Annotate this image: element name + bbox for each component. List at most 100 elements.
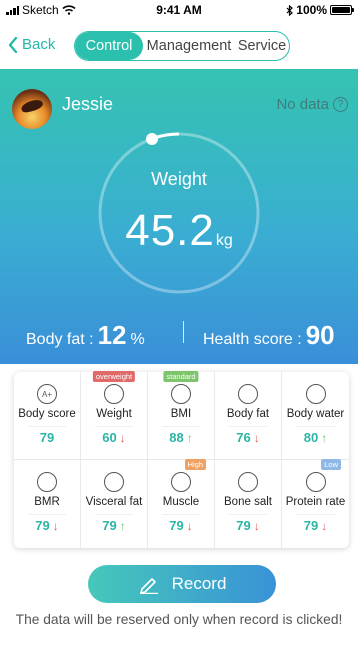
arrow-down-icon: ↓: [186, 519, 193, 533]
metric-bone-salt[interactable]: Bone salt 79 ↓: [215, 460, 282, 548]
arrow-down-icon: ↓: [253, 431, 260, 445]
metric-name: Weight: [96, 408, 132, 420]
metric-value-number: 79: [102, 518, 117, 533]
weight-panel: Jessie No data ? Weight 45.2kg Body fat …: [0, 69, 358, 364]
back-label: Back: [22, 36, 56, 53]
metric-badge: overweight: [92, 371, 136, 382]
body-fat-value: 12: [97, 320, 127, 350]
metric-value: 80 ↑: [282, 430, 349, 445]
water-icon: [305, 384, 326, 404]
metric-separator: [296, 514, 335, 515]
metric-name: BMI: [170, 408, 192, 420]
metric-name: Body water: [286, 408, 345, 420]
health-score-value: 90: [305, 320, 335, 350]
metric-separator: [296, 426, 335, 427]
metric-separator: [162, 426, 200, 427]
metric-body-score[interactable]: A+ Body score 79: [14, 372, 81, 460]
metric-value-number: 80: [303, 430, 319, 445]
metric-badge: Low: [321, 459, 341, 470]
body-fat-label: Body fat :: [26, 331, 94, 348]
no-data-label: No data: [276, 96, 329, 113]
metric-name: Muscle: [162, 496, 200, 508]
health-score-label: Health score :: [203, 331, 302, 348]
weight-value: 45.2kg: [0, 206, 358, 256]
bmi-icon: [171, 384, 191, 404]
metric-name: Body score: [18, 408, 76, 420]
back-button[interactable]: Back: [8, 36, 55, 53]
metric-separator: [28, 514, 66, 515]
arrow-down-icon: ↓: [52, 519, 59, 533]
metric-value-number: 76: [236, 430, 251, 445]
tab-management[interactable]: Management: [143, 32, 235, 60]
arrow-down-icon: ↓: [321, 519, 328, 533]
metric-bmi[interactable]: standard BMI 88 ↑: [148, 371, 215, 460]
protein-icon: [305, 472, 326, 492]
metric-name: Visceral fat: [85, 496, 143, 508]
score-icon: A+: [37, 384, 57, 404]
bone-icon: [238, 472, 258, 492]
status-right: 100%: [286, 3, 354, 17]
metric-value: 60 ↓: [81, 430, 147, 445]
weight-number: 45.2: [125, 206, 215, 255]
help-icon[interactable]: ?: [333, 97, 348, 112]
metric-body-fat[interactable]: Body fat 76 ↓: [215, 372, 282, 460]
record-button[interactable]: Record: [88, 565, 276, 603]
metric-visceral-fat[interactable]: Visceral fat 79 ↑: [81, 460, 148, 548]
arrow-down-icon: ↓: [253, 519, 260, 533]
status-left: Sketch: [6, 3, 76, 17]
fat-icon: [238, 384, 258, 404]
metric-value-number: 79: [236, 518, 251, 533]
health-score-summary: Health score : 90: [203, 320, 335, 351]
battery-percent: 100%: [296, 3, 327, 17]
metric-value-number: 79: [169, 518, 184, 533]
metric-value: 76 ↓: [215, 430, 281, 445]
summary-stats: Body fat : 12 % Health score : 90: [0, 315, 358, 351]
no-data-status[interactable]: No data ?: [276, 96, 348, 113]
wifi-icon: [62, 5, 76, 15]
metric-protein-rate[interactable]: Low Protein rate 79 ↓: [282, 459, 349, 548]
metric-value: 79 ↓: [215, 518, 281, 533]
summary-divider: [183, 321, 184, 343]
arrow-up-icon: ↑: [119, 519, 126, 533]
tab-control[interactable]: Control: [75, 32, 143, 60]
metric-badge: standard: [163, 371, 199, 382]
metric-separator: [95, 514, 133, 515]
metric-value: 79 ↑: [81, 518, 147, 533]
body-fat-unit: %: [130, 331, 145, 348]
metric-weight[interactable]: overweight Weight 60 ↓: [81, 371, 148, 460]
metric-value: 79 ↓: [282, 518, 349, 533]
metric-name: Body fat: [226, 408, 270, 420]
metric-separator: [162, 514, 200, 515]
bmr-icon: [37, 472, 57, 492]
metric-separator: [229, 514, 267, 515]
signal-icon: [6, 5, 19, 15]
arrow-up-icon: ↑: [186, 431, 193, 445]
scale-icon: [104, 384, 124, 404]
metric-separator: [95, 426, 133, 427]
record-label: Record: [171, 574, 227, 593]
weight-label: Weight: [151, 169, 207, 189]
visceral-icon: [104, 472, 124, 492]
tab-service[interactable]: Service: [235, 32, 289, 60]
metric-bmr[interactable]: BMR 79 ↓: [14, 460, 81, 548]
metric-name: Protein rate: [285, 496, 346, 508]
nav-bar: Back Control Management Service: [0, 26, 358, 66]
metric-body-water[interactable]: Body water 80 ↑: [282, 372, 349, 460]
muscle-icon: [171, 472, 191, 492]
weight-ring-knob: [146, 133, 158, 145]
metric-badge: High: [184, 459, 206, 470]
metric-value: 79 ↓: [148, 518, 214, 533]
metric-separator: [28, 426, 66, 427]
bluetooth-icon: [286, 4, 294, 16]
metric-value: 88 ↑: [148, 430, 214, 445]
arrow-up-icon: ↑: [321, 431, 328, 445]
body-fat-summary: Body fat : 12 %: [26, 320, 145, 351]
status-bar: Sketch 9:41 AM 100%: [0, 0, 358, 20]
metric-muscle[interactable]: High Muscle 79 ↓: [148, 459, 215, 548]
metric-value: 79 ↓: [14, 518, 80, 533]
metric-value: 79: [14, 430, 80, 445]
metric-value-number: 79: [39, 430, 55, 445]
avatar[interactable]: [12, 89, 52, 129]
metric-name: Bone salt: [224, 496, 272, 508]
carrier-label: Sketch: [22, 3, 59, 17]
